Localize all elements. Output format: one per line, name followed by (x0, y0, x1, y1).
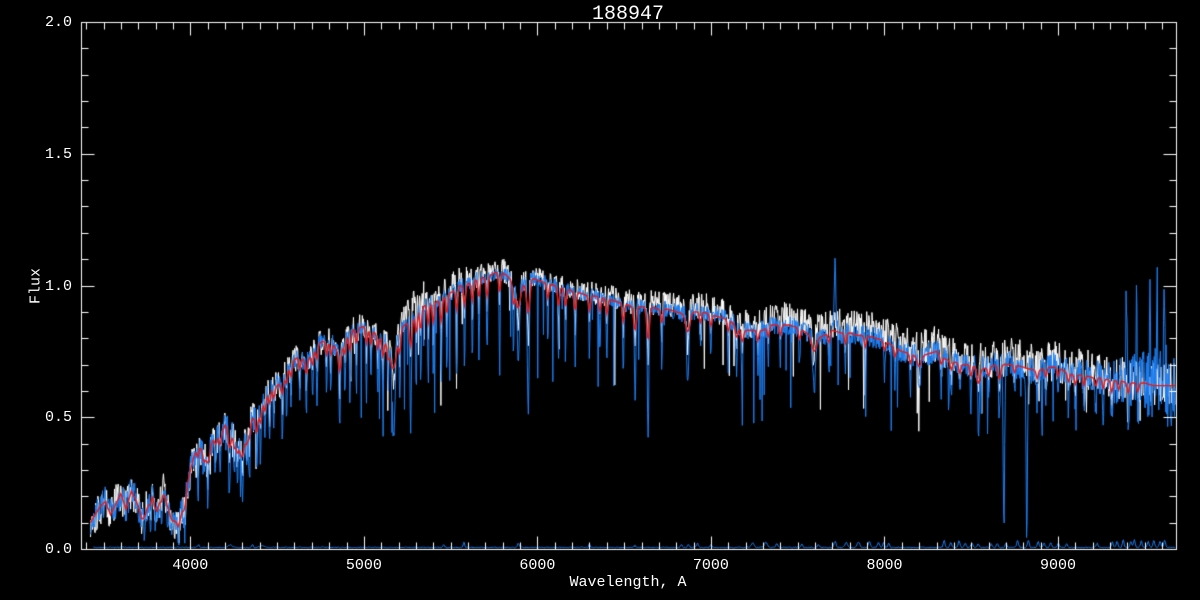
plot-title: 188947 (591, 3, 665, 26)
x-tick-label: 6000 (519, 557, 556, 574)
x-tick-label: 4000 (172, 557, 209, 574)
x-tick-label: 9000 (1039, 557, 1076, 574)
x-tick-label: 7000 (692, 557, 729, 574)
x-axis-label: Wavelength, A (569, 574, 687, 591)
spectrum-figure: 188947 Flux Wavelength, A 4000 5000 6000 70… (0, 0, 1200, 600)
x-tick-label: 8000 (866, 557, 903, 574)
y-tick-label: 2.0 (44, 14, 72, 31)
y-tick-label: 0.0 (44, 541, 72, 558)
spectrum-plot-canvas (0, 0, 1200, 600)
y-tick-label: 0.5 (44, 409, 72, 427)
y-tick-label: 1.5 (44, 145, 72, 163)
y-tick-label: 1.0 (44, 277, 72, 295)
x-tick-label: 5000 (345, 557, 382, 574)
